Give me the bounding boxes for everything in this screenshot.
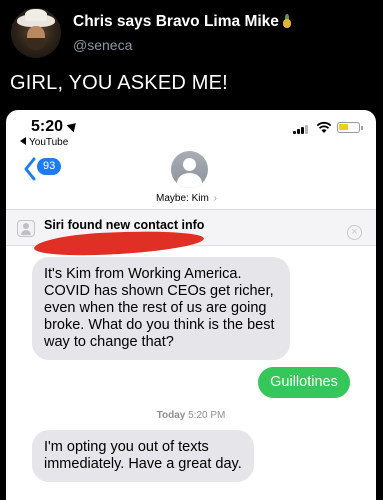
author-handle[interactable]: @seneca — [73, 37, 132, 53]
author-display-name[interactable]: Chris says Bravo Lima Mike — [73, 12, 292, 31]
redaction-scribble — [33, 227, 205, 259]
close-icon[interactable]: × — [347, 225, 362, 240]
contact-name-button[interactable]: Maybe: Kim › — [156, 193, 217, 204]
pineapple-icon — [282, 14, 292, 28]
back-triangle-icon — [20, 137, 26, 145]
battery-icon — [337, 122, 363, 133]
chevron-right-icon: › — [213, 193, 217, 204]
contact-avatar[interactable] — [171, 151, 208, 188]
timestamp-time: 5:20 PM — [188, 410, 226, 421]
status-time: 5:20 — [31, 118, 64, 135]
cellular-signal-icon — [293, 124, 313, 134]
location-arrow-icon — [66, 119, 80, 133]
contact-card-icon — [17, 220, 35, 237]
tweet-text: GIRL, YOU ASKED ME! — [10, 72, 228, 94]
siri-suggestion-banner[interactable]: Siri found new contact info — [6, 210, 376, 259]
unread-count-badge[interactable]: 93 — [37, 158, 62, 175]
author-name-text: Chris says Bravo Lima Mike — [73, 13, 279, 30]
wifi-icon — [316, 121, 332, 133]
back-chevron-icon[interactable] — [22, 156, 38, 182]
message-bubble-incoming[interactable]: I'm opting you out of texts immediately.… — [32, 430, 254, 482]
contact-name-text: Maybe: Kim — [156, 193, 209, 204]
messages-screenshot: 5:20 YouTube 93 Maybe: Kim › Siri found … — [6, 110, 376, 500]
tweet-header: Chris says Bravo Lima Mike @seneca — [11, 8, 371, 58]
message-bubble-outgoing[interactable]: Guillotines — [258, 367, 350, 398]
timestamp-day: Today — [156, 410, 186, 421]
back-app-label: YouTube — [29, 137, 69, 148]
message-bubble-incoming[interactable]: It's Kim from Working America. COVID has… — [32, 257, 290, 360]
message-timestamp: Today 5:20 PM — [6, 410, 376, 421]
author-avatar[interactable] — [11, 8, 61, 58]
siri-banner-title: Siri found new contact info — [44, 218, 205, 232]
back-to-app-link[interactable]: YouTube — [20, 137, 68, 148]
